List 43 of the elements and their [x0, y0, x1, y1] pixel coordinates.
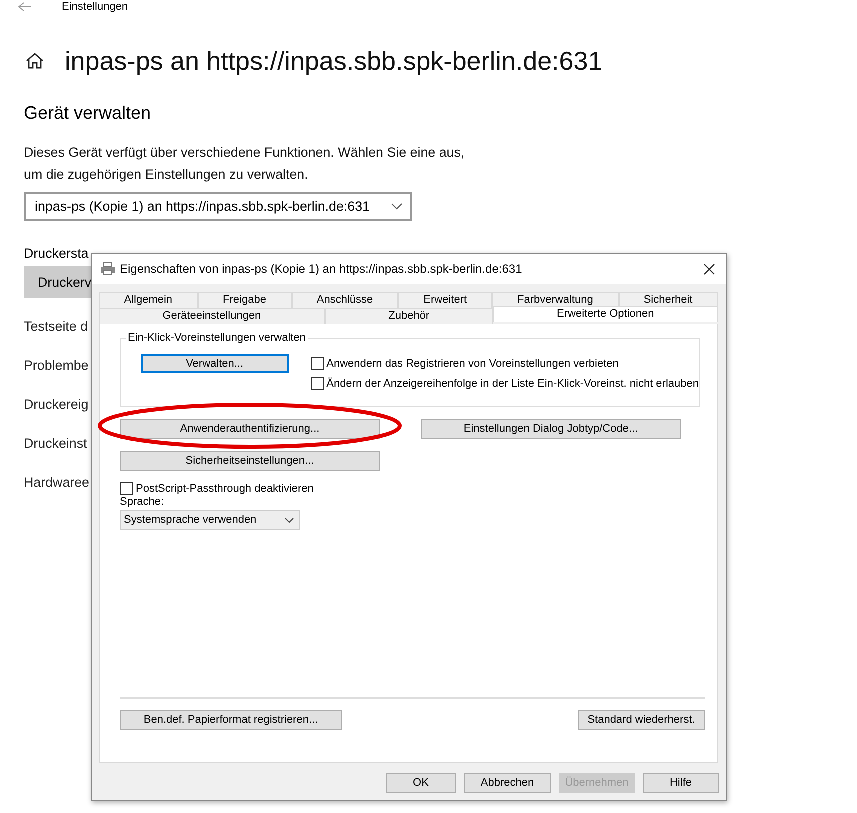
section-title: Gerät verwalten — [23, 102, 152, 124]
settings-link[interactable]: Druckeinst — [24, 435, 90, 453]
checkbox[interactable] — [120, 482, 133, 495]
checkbox-label: Anwendern das Registrieren von Voreinstellungen verbieten — [326, 358, 619, 370]
settings-link[interactable]: Testseite d — [24, 318, 90, 336]
checkbox[interactable] — [310, 357, 324, 370]
tab[interactable]: Zubehör — [324, 308, 494, 324]
dialog-button[interactable]: Hilfe — [643, 773, 719, 793]
close-icon[interactable] — [704, 264, 715, 274]
settings-button[interactable]: Anwenderauthentifizierung... — [120, 419, 380, 439]
language-dropdown[interactable]: Systemsprache verwenden — [120, 510, 300, 530]
tab[interactable]: Allgemein — [99, 292, 198, 308]
tab[interactable]: Anschlüsse — [292, 292, 398, 308]
window-title: Einstellungen — [62, 0, 128, 14]
settings-link[interactable]: Druckereig — [24, 396, 90, 414]
footer-button[interactable]: Ben.def. Papierformat registrieren... — [120, 710, 342, 730]
dialog-button[interactable]: OK — [386, 773, 456, 793]
chevron-down-icon — [285, 518, 294, 522]
checkbox[interactable] — [310, 377, 324, 390]
footer-button[interactable]: Standard wiederherst. — [578, 710, 705, 730]
page-title: inpas-ps an https://inpas.sbb.spk-berlin.de:631 — [65, 46, 603, 76]
settings-button[interactable]: Einstellungen Dialog Jobtyp/Code... — [421, 419, 681, 439]
group-title: Ein-Klick-Voreinstellungen verwalten — [126, 331, 308, 345]
home-icon — [25, 51, 45, 71]
checkbox-label: PostScript-Passthrough deaktivieren — [136, 482, 314, 494]
printer-icon — [100, 262, 116, 276]
tab[interactable]: Freigabe — [198, 292, 292, 308]
chevron-down-icon — [391, 203, 403, 210]
dialog-button[interactable]: Abbrechen — [464, 773, 551, 793]
tab[interactable]: Erweiterte Optionen — [493, 306, 718, 322]
back-arrow-icon[interactable] — [18, 2, 32, 12]
checkbox-label: Ändern der Anzeigereihenfolge in der Liste Ein-Klick-Voreinst. nicht erlauben — [326, 378, 699, 390]
settings-link[interactable]: Hardwaree — [24, 474, 90, 492]
language-label: Sprache: — [120, 496, 166, 508]
settings-link[interactable]: Problembe — [24, 357, 90, 375]
description: Dieses Gerät verfügt über verschiedene Funktionen. Wählen Sie eine aus, um die zugehörigen Einstellungen zu verwalten. — [23, 144, 466, 184]
manage-presets-button[interactable]: Verwalten... — [141, 354, 289, 373]
tab[interactable]: Geräteeinstellungen — [99, 308, 325, 324]
printer-status-label: Druckersta — [23, 245, 90, 261]
device-dropdown[interactable]: inpas-ps (Kopie 1) an https://inpas.sbb.spk-berlin.de:631 — [24, 192, 412, 221]
settings-button[interactable]: Sicherheitseinstellungen... — [120, 451, 380, 471]
tab[interactable]: Erweitert — [398, 292, 492, 308]
dialog-title: Eigenschaften von inpas-ps (Kopie 1) an https://inpas.sbb.spk-berlin.de:631 — [120, 262, 524, 276]
